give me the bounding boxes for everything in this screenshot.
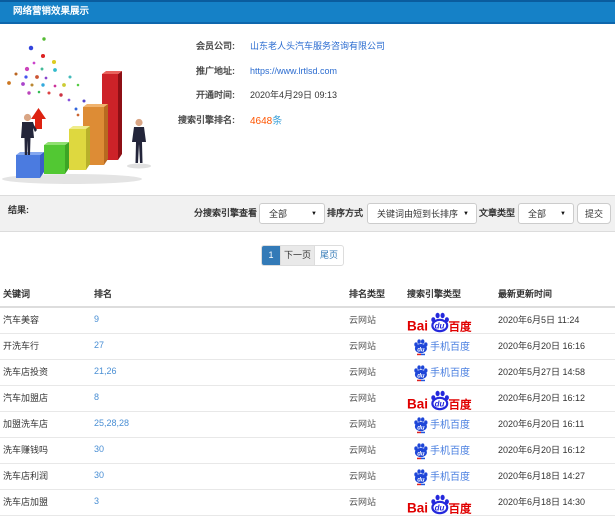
svg-text:du: du — [417, 347, 425, 353]
svg-text:du: du — [435, 399, 445, 408]
svg-text:Bai: Bai — [407, 318, 428, 332]
svg-text:Bai: Bai — [407, 500, 428, 514]
svg-text:百度: 百度 — [449, 319, 472, 332]
svg-text:du: du — [417, 425, 425, 431]
svg-text:du: du — [435, 321, 445, 330]
svg-text:du: du — [435, 503, 445, 512]
svg-text:百度: 百度 — [449, 501, 472, 514]
svg-text:百度: 百度 — [449, 397, 472, 410]
svg-text:Bai: Bai — [407, 396, 428, 410]
svg-text:du: du — [417, 373, 425, 379]
svg-text:du: du — [417, 451, 425, 457]
svg-text:du: du — [417, 477, 425, 483]
